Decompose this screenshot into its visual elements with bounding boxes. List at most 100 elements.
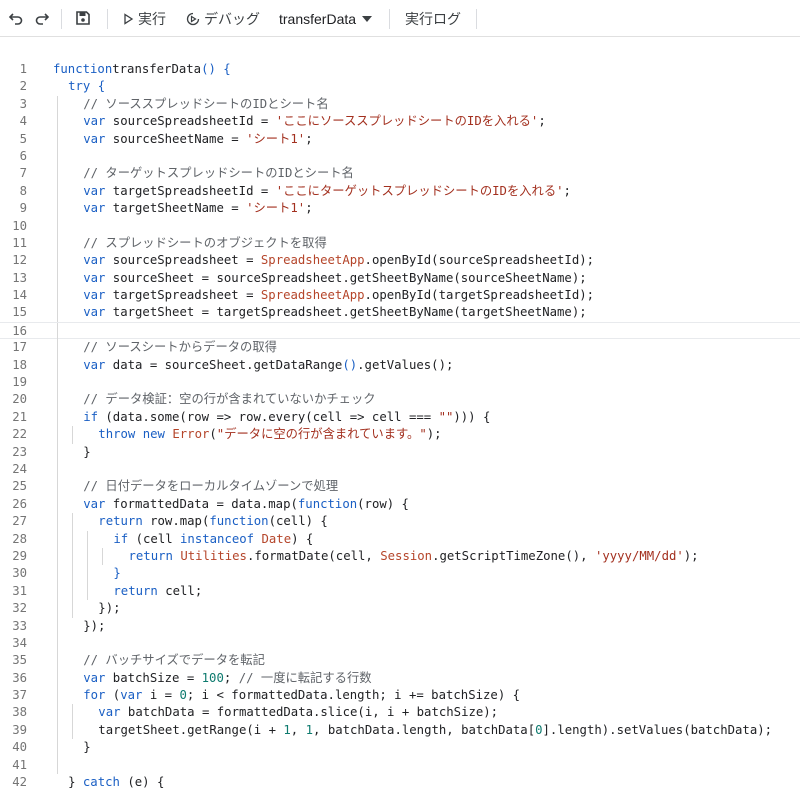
code-token: i =: [142, 688, 180, 703]
indent-guide: [57, 234, 58, 253]
line-number: 40: [12, 740, 27, 755]
code-line[interactable]: 36 var batchSize = 100; // 一度に転記する行数: [0, 669, 800, 688]
toolbar-divider: [476, 9, 477, 29]
code-line[interactable]: 9 var targetSheetName = 'シート1';: [0, 200, 800, 218]
code-line[interactable]: 41: [0, 756, 800, 775]
code-token: (data.some(row => row.every(cell => cell…: [98, 409, 439, 424]
code-token: // バッチサイズでデータを転記: [83, 653, 265, 668]
code-line[interactable]: 5 var sourceSheetName = 'シート1';: [0, 130, 800, 148]
code-line[interactable]: 4 var sourceSpreadsheetId = 'ここにソーススプレッドシ…: [0, 113, 800, 131]
code-line[interactable]: 42} catch (e) {: [0, 774, 800, 791]
code-text: }: [113, 565, 120, 582]
code-line[interactable]: 31 return cell;: [0, 582, 800, 601]
code-line[interactable]: 3 // ソーススプレッドシートのIDとシート名: [0, 95, 800, 114]
code-text: var targetSheet = targetSpreadsheet.getS…: [83, 304, 586, 321]
indent-guide: [57, 600, 58, 618]
function-select[interactable]: transferData: [279, 0, 373, 37]
code-line[interactable]: 23}: [0, 443, 800, 461]
code-token: function: [297, 496, 358, 511]
indent-guide: [57, 460, 58, 479]
code-line[interactable]: 6: [0, 147, 800, 166]
code-token: ;: [305, 201, 313, 216]
toolbar-divider: [107, 9, 108, 29]
indent-guide: [57, 739, 58, 757]
code-token: ,: [290, 722, 306, 737]
code-line[interactable]: 40}: [0, 739, 800, 757]
code-line[interactable]: 8 var targetSpreadsheetId = 'ここにターゲットスプレッ…: [0, 182, 800, 201]
indent-guide: [57, 217, 58, 235]
code-line[interactable]: 17 // ソースシートからデータの取得: [0, 339, 800, 357]
code-text: targetSheet.getRange(i + 1, 1, batchData…: [98, 722, 772, 739]
code-line[interactable]: 24: [0, 460, 800, 479]
code-line[interactable]: 18 var data = sourceSheet.getDataRange().…: [0, 356, 800, 375]
code-line[interactable]: 33});: [0, 617, 800, 635]
code-text: var sourceSheet = sourceSpreadsheet.getS…: [83, 270, 586, 287]
indent-guide: [72, 513, 74, 531]
debug-button[interactable]: デバッグ: [186, 0, 260, 37]
code-token: {: [475, 409, 491, 424]
code-line[interactable]: 7 // ターゲットスプレッドシートのIDとシート名: [0, 165, 800, 183]
code-line[interactable]: 22 throw new Error("データに空の行が含まれています。");: [0, 426, 800, 444]
code-line[interactable]: 26 var formattedData = data.map(function(…: [0, 495, 800, 514]
run-button[interactable]: 実行: [122, 0, 166, 37]
indent-guide: [57, 756, 58, 775]
code-line[interactable]: 21 if (data.some(row => row.every(cell =>…: [0, 408, 800, 427]
code-token: ) {: [291, 531, 314, 546]
code-line[interactable]: 14 var targetSpreadsheet = SpreadsheetApp…: [0, 287, 800, 305]
code-token: targetSheet = targetSpreadsheet.getSheet…: [105, 305, 587, 320]
code-editor[interactable]: 1 functiontransferData() {2 try {3// ソーススプ…: [0, 38, 800, 796]
line-number: 10: [12, 218, 27, 233]
code-text: return row.map(function(cell) {: [98, 513, 328, 530]
save-icon[interactable]: [73, 8, 93, 28]
code-text: throw new Error("データに空の行が含まれています。");: [98, 426, 441, 443]
code-line[interactable]: 29 return Utilities.formatDate(cell, Sess…: [0, 547, 800, 566]
code-line[interactable]: 19: [0, 374, 800, 392]
code-token: throw: [98, 427, 136, 442]
code-line[interactable]: 35 // バッチサイズでデータを転記: [0, 652, 800, 670]
indent-guide: [57, 721, 58, 740]
code-token: .getValues();: [357, 357, 454, 372]
chevron-down-icon: [362, 15, 373, 22]
line-number: 21: [12, 409, 27, 424]
indent-guide: [57, 513, 58, 531]
code-token: ))): [453, 409, 476, 424]
code-line[interactable]: 38 var batchData = formattedData.slice(i,…: [0, 704, 800, 722]
line-number: 14: [12, 288, 27, 303]
code-line[interactable]: 32});: [0, 600, 800, 618]
code-line[interactable]: 37 for (var i = 0; i < formattedData.leng…: [0, 687, 800, 705]
indent-guide: [72, 600, 74, 618]
code-line[interactable]: 10: [0, 217, 800, 235]
execution-log-label: 実行ログ: [405, 10, 461, 27]
code-token: }: [83, 444, 91, 459]
line-number: 38: [12, 705, 27, 720]
code-line[interactable]: 16: [0, 321, 800, 341]
code-line[interactable]: 25 // 日付データをローカルタイムゾーンで処理: [0, 478, 800, 496]
line-number: 42: [12, 775, 27, 790]
code-line[interactable]: 20 // データ検証：空の行が含まれていないかチェック: [0, 391, 800, 409]
undo-icon[interactable]: [6, 8, 26, 28]
line-number: 16: [12, 323, 27, 338]
code-line[interactable]: 28 if (cell instanceof Date) {: [0, 530, 800, 548]
code-line[interactable]: 39 targetSheet.getRange(i + 1, 1, batchDa…: [0, 721, 800, 740]
code-token: }: [68, 775, 83, 790]
indent-guide: [57, 443, 58, 461]
code-text: }: [83, 444, 90, 461]
code-line[interactable]: 15 var targetSheet = targetSpreadsheet.ge…: [0, 304, 800, 322]
code-line[interactable]: 13 var sourceSheet = sourceSpreadsheet.ge…: [0, 269, 800, 288]
code-line[interactable]: 34: [0, 634, 800, 653]
code-text: return cell;: [113, 583, 202, 600]
code-line[interactable]: 30}: [0, 565, 800, 583]
code-line[interactable]: 12 var sourceSpreadsheet = SpreadsheetApp…: [0, 252, 800, 270]
editor-toolbar: 実行 デバッグ transferData 実行ログ: [0, 0, 800, 37]
line-number: 23: [12, 444, 27, 459]
code-line[interactable]: 1 functiontransferData() {: [0, 61, 800, 78]
redo-icon[interactable]: [32, 8, 52, 28]
code-line[interactable]: 2 try {: [0, 78, 800, 95]
line-number: 24: [12, 461, 27, 476]
code-line[interactable]: 27 return row.map(function(cell) {: [0, 513, 800, 531]
code-token: catch: [82, 775, 120, 790]
code-line[interactable]: 11 // スプレッドシートのオブジェクトを取得: [0, 234, 800, 253]
execution-log-button[interactable]: 実行ログ: [405, 0, 461, 37]
code-token: sourceSheet = sourceSpreadsheet.getSheet…: [105, 270, 587, 285]
